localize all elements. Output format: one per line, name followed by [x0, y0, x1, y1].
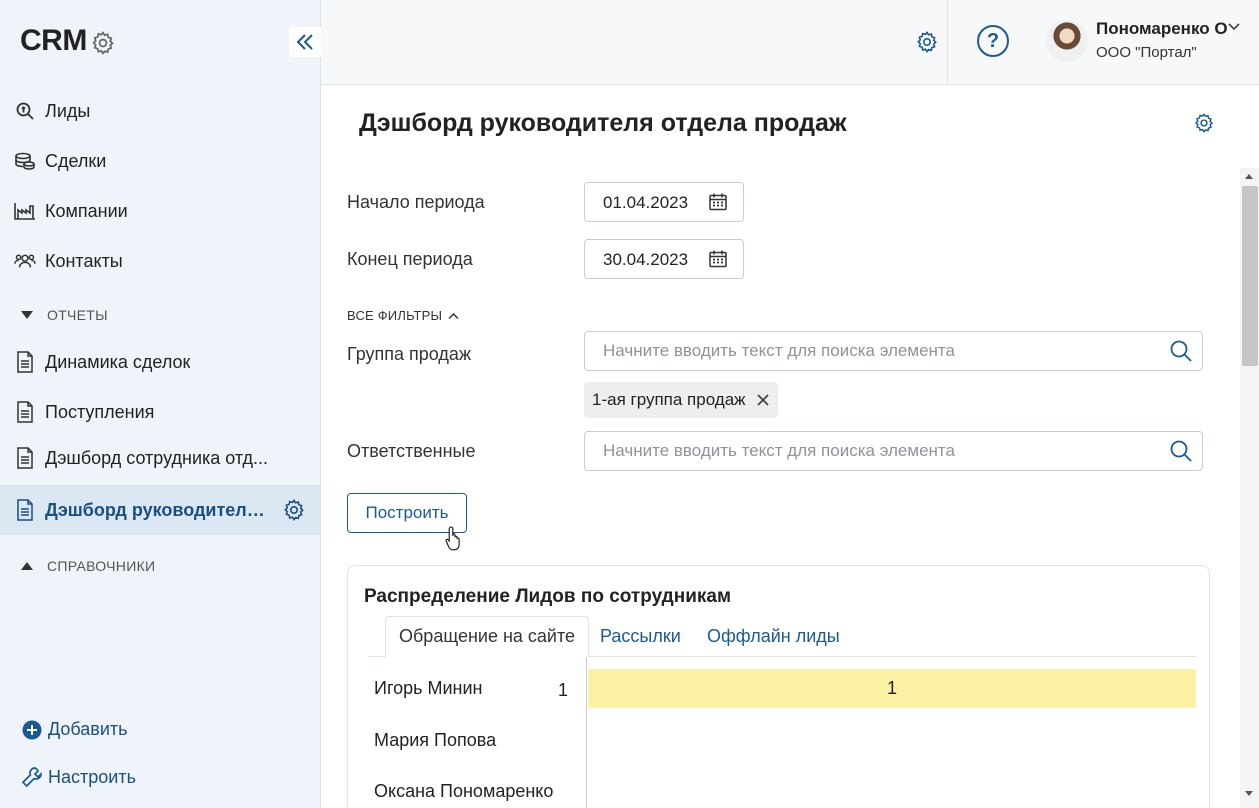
period-end-value: 30.04.2023	[603, 250, 689, 269]
factory-icon	[14, 200, 36, 222]
tab-mailings[interactable]: Рассылки	[587, 616, 694, 657]
gear-icon[interactable]	[282, 498, 306, 522]
sidebar-item-label: Поступления	[45, 401, 155, 422]
all-filters-label: ВСЕ ФИЛЬТРЫ	[347, 308, 443, 323]
sidebar: CRM Лиды Сделки Компании Контакты ОТЧЕТЫ…	[0, 0, 321, 808]
scroll-up-arrow-icon[interactable]	[1244, 173, 1254, 180]
sidebar-item-label: Дэшборд сотрудника отд...	[45, 447, 269, 468]
search-icon[interactable]	[1169, 439, 1193, 463]
sidebar-item-deals[interactable]: Сделки	[0, 136, 320, 186]
sidebar-item-label: Сделки	[45, 150, 107, 171]
period-end-label: Конец периода	[347, 249, 473, 269]
caret-down-icon	[21, 311, 33, 319]
document-icon	[14, 447, 36, 469]
sidebar-item-leads[interactable]: Лиды	[0, 86, 320, 136]
divider	[947, 0, 948, 84]
responsible-search	[584, 431, 1203, 471]
all-filters-toggle[interactable]: ВСЕ ФИЛЬТРЫ	[347, 308, 459, 323]
configure-button[interactable]: Настроить	[20, 765, 136, 789]
collapse-sidebar-button[interactable]	[289, 27, 321, 57]
crm-app: CRM Лиды Сделки Компании Контакты ОТЧЕТЫ…	[0, 0, 1259, 808]
sidebar-item-employee-dashboard[interactable]: Дэшборд сотрудника отд...	[0, 433, 320, 483]
sidebar-item-label: Динамика сделок	[45, 351, 191, 372]
tab-bar: Обращение на сайте Рассылки Оффлайн лиды	[368, 616, 1197, 657]
hand-cursor-icon	[445, 526, 460, 551]
page-title: Дэшборд руководителя отдела продаж	[359, 109, 847, 137]
document-icon	[14, 401, 36, 423]
close-icon[interactable]	[756, 393, 770, 407]
card-title: Распределение Лидов по сотрудникам	[364, 586, 732, 607]
sidebar-item-label: Контакты	[45, 250, 123, 271]
period-start-label: Начало периода	[347, 192, 485, 212]
period-start-field[interactable]: 01.04.2023	[584, 182, 744, 222]
add-button[interactable]: Добавить	[22, 719, 128, 740]
responsible-input[interactable]	[586, 433, 1156, 469]
sales-group-label: Группа продаж	[347, 344, 471, 364]
avatar[interactable]	[1046, 20, 1088, 62]
help-icon[interactable]: ?	[977, 25, 1009, 57]
employee-name: Игорь Минин	[374, 678, 483, 698]
employee-count: 1	[558, 680, 569, 700]
configure-label: Настроить	[48, 766, 136, 787]
caret-up-icon	[21, 562, 33, 570]
app-title: CRM	[20, 24, 87, 57]
people-icon	[14, 250, 36, 272]
tab-offline-leads[interactable]: Оффлайн лиды	[694, 616, 853, 657]
search-icon[interactable]	[1169, 339, 1193, 363]
calendar-icon[interactable]	[708, 249, 728, 269]
selected-group-chip: 1-ая группа продаж	[584, 382, 778, 418]
section-reports[interactable]: ОТЧЕТЫ	[0, 300, 320, 330]
chevron-up-icon	[448, 312, 459, 319]
sidebar-item-companies[interactable]: Компании	[0, 186, 320, 236]
gear-icon[interactable]	[90, 30, 116, 56]
document-icon	[14, 351, 36, 373]
sidebar-item-label: Лиды	[45, 100, 91, 121]
chart-axis	[586, 658, 587, 808]
tab-website-requests[interactable]: Обращение на сайте	[385, 616, 590, 657]
sidebar-item-label: Компании	[45, 200, 128, 221]
bar-igor-minin: 1	[588, 669, 1196, 708]
leads-distribution-card: Распределение Лидов по сотрудникам Обращ…	[347, 565, 1210, 808]
user-name[interactable]: Пономаренко О	[1096, 19, 1228, 39]
sales-group-input[interactable]	[586, 333, 1156, 369]
scroll-down-arrow-icon[interactable]	[1244, 790, 1254, 797]
section-references[interactable]: СПРАВОЧНИКИ	[0, 551, 320, 581]
calendar-icon[interactable]	[708, 192, 728, 212]
double-chevron-left-icon	[296, 34, 313, 50]
coins-icon	[14, 150, 36, 172]
sales-group-search	[584, 331, 1203, 371]
sidebar-item-manager-dashboard[interactable]: Дэшборд руководителя ...	[0, 485, 320, 535]
chip-label: 1-ая группа продаж	[592, 390, 746, 409]
plus-circle-icon	[22, 720, 42, 739]
employee-name: Оксана Пономаренко	[374, 781, 554, 801]
sidebar-item-label: Дэшборд руководителя ...	[45, 499, 273, 520]
chevron-down-icon[interactable]	[1227, 22, 1241, 32]
add-label: Добавить	[48, 719, 128, 739]
wrench-icon	[21, 767, 42, 788]
scrollbar-thumb[interactable]	[1242, 186, 1258, 366]
gear-icon[interactable]	[915, 30, 939, 54]
section-title: ОТЧЕТЫ	[47, 307, 108, 323]
period-end-field[interactable]: 30.04.2023	[584, 239, 744, 279]
sidebar-item-deal-dynamics[interactable]: Динамика сделок	[0, 337, 320, 387]
sidebar-item-receipts[interactable]: Поступления	[0, 387, 320, 437]
gear-icon[interactable]	[1193, 112, 1215, 134]
user-organization: ООО "Портал"	[1096, 44, 1197, 61]
responsible-label: Ответственные	[347, 441, 476, 461]
section-title: СПРАВОЧНИКИ	[47, 558, 156, 574]
document-icon	[14, 499, 36, 521]
sidebar-header: CRM	[0, 0, 321, 84]
sidebar-item-contacts[interactable]: Контакты	[0, 236, 320, 286]
top-bar: ? Пономаренко О ООО "Портал"	[321, 0, 1259, 85]
search-money-icon	[14, 100, 36, 122]
period-start-value: 01.04.2023	[603, 193, 689, 212]
employee-name: Мария Попова	[374, 730, 497, 750]
